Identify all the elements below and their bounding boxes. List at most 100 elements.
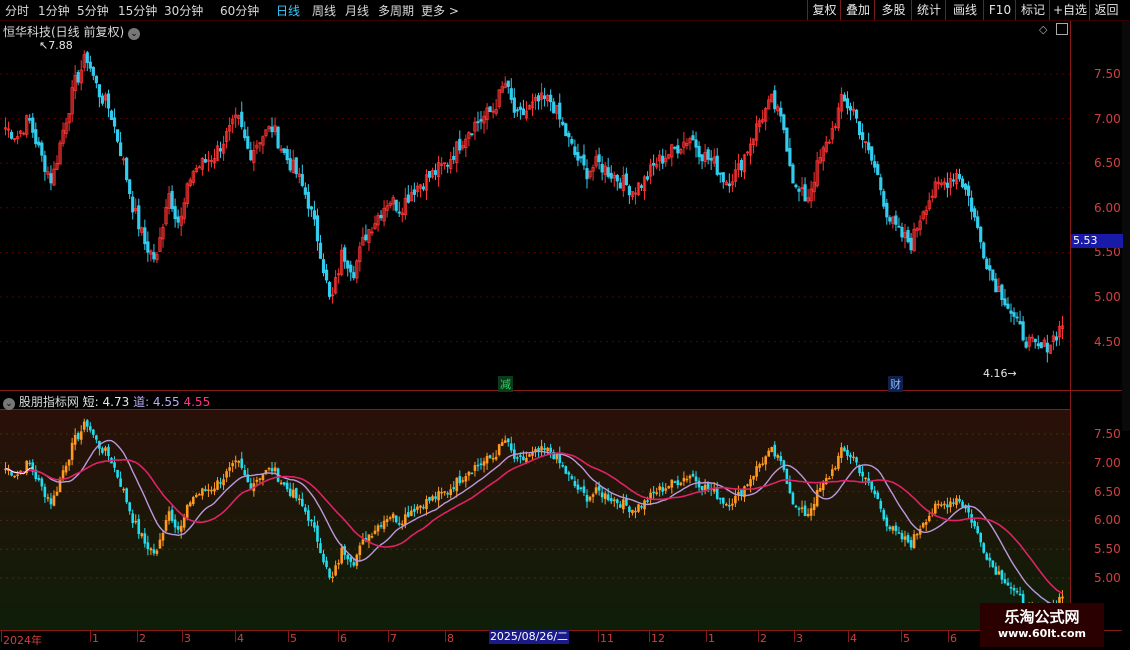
indicator-bar [622,499,625,510]
indicator-bar [812,503,816,511]
indicator-bar [158,539,162,549]
indicator-bar [382,520,386,529]
indicator-bar [588,496,592,501]
candle-body [91,66,95,76]
indicator-bar [785,468,789,484]
indicator-bar [946,504,949,508]
indicator-bar [758,464,761,468]
indicator-bar [882,509,886,520]
candle-body [309,206,314,210]
indicator-bar [994,566,998,575]
indicator-bar [718,497,722,500]
candle-body [203,159,207,163]
candle-body [739,159,744,171]
time-axis-label: 12 [651,632,665,645]
indicator-bar [46,497,50,499]
indicator-bar [585,494,589,502]
indicator-bar [582,486,586,493]
indicator-bar [958,498,961,502]
candle-body [561,121,565,125]
indicator-bar [818,487,822,492]
toolbar-button-8[interactable]: 返回 [1089,0,1123,20]
time-axis-label: 1 [708,632,715,645]
indicator-bar [661,487,665,492]
indicator-bar [1015,590,1019,593]
candle-body [876,164,880,175]
indicator-bar [107,446,110,457]
candle-body [470,133,474,136]
indicator-bar [770,446,774,453]
indicator-bar [637,504,640,512]
indicator-bar [73,434,77,445]
indicator-bar [407,512,410,517]
indicator-axis-tick: 7.50 [1094,427,1121,441]
candle-body [951,179,956,182]
candle-body [324,269,329,281]
current-price-tag: 5.53 [1071,234,1123,248]
candle-body [579,156,583,159]
candle-body [543,95,547,99]
indicator-bar [594,487,598,494]
time-axis-tick [90,630,91,642]
indicator-bar [606,494,610,501]
indicator-bar [752,475,755,480]
candle-body [991,269,995,281]
candle-body [1045,342,1049,353]
indicator-bar [270,468,274,472]
indicator-bar [979,532,983,543]
indicator-bar [55,491,59,496]
indicator-bar [952,502,955,504]
indicator-bar [1061,596,1064,599]
indicator-bar [234,460,237,463]
candle-body [106,93,111,109]
indicator-bar [791,492,795,505]
indicator-bar [476,464,480,467]
candle-body [31,117,35,133]
candle-body [300,174,304,186]
indicator-bar [564,466,568,474]
time-axis-label: 11 [600,632,614,645]
candle-body [573,146,577,156]
indicator-bar [140,533,144,537]
candle-body [521,108,526,116]
indicator-bar [921,522,925,528]
time-axis-label: 5 [903,632,910,645]
indicator-bar [540,446,543,451]
indicator-bar [870,480,873,490]
event-marker-reduce[interactable]: 减 [498,376,513,392]
indicator-bar [543,448,546,450]
candle-body [715,155,719,175]
candle-body [1033,338,1037,343]
indicator-bar [670,479,674,488]
indicator-bar [894,525,898,532]
indicator-bar [67,459,71,466]
indicator-bar [522,456,525,461]
candle-body [661,155,665,164]
indicator-bar [58,478,62,493]
indicator-bar [288,488,292,496]
indicator-bar [837,455,840,469]
indicator-bar [555,454,559,460]
indicator-bar [909,540,913,548]
candle-body [994,278,998,293]
indicator-bar [667,486,671,489]
candle-body [343,247,347,262]
kline-chart[interactable] [0,0,1070,630]
candle-body [727,183,731,187]
indicator-bar [988,557,992,561]
indicator-bar [285,482,289,490]
time-axis-label: 2024年 [3,634,42,647]
candle-body [479,119,483,122]
site-watermark-logo: 乐淘公式网 www.60lt.com [980,603,1104,647]
indicator-bar [1003,579,1007,584]
indicator-bar [394,515,398,523]
indicator-bar [307,510,310,521]
time-axis-label: 2 [760,632,767,645]
indicator-bar [134,520,138,523]
event-marker-finance[interactable]: 财 [888,376,903,392]
indicator-bar [888,526,892,530]
candle-body [146,241,150,253]
candle-body [549,94,553,103]
indicator-bar [291,489,295,498]
indicator-bar [337,562,340,565]
